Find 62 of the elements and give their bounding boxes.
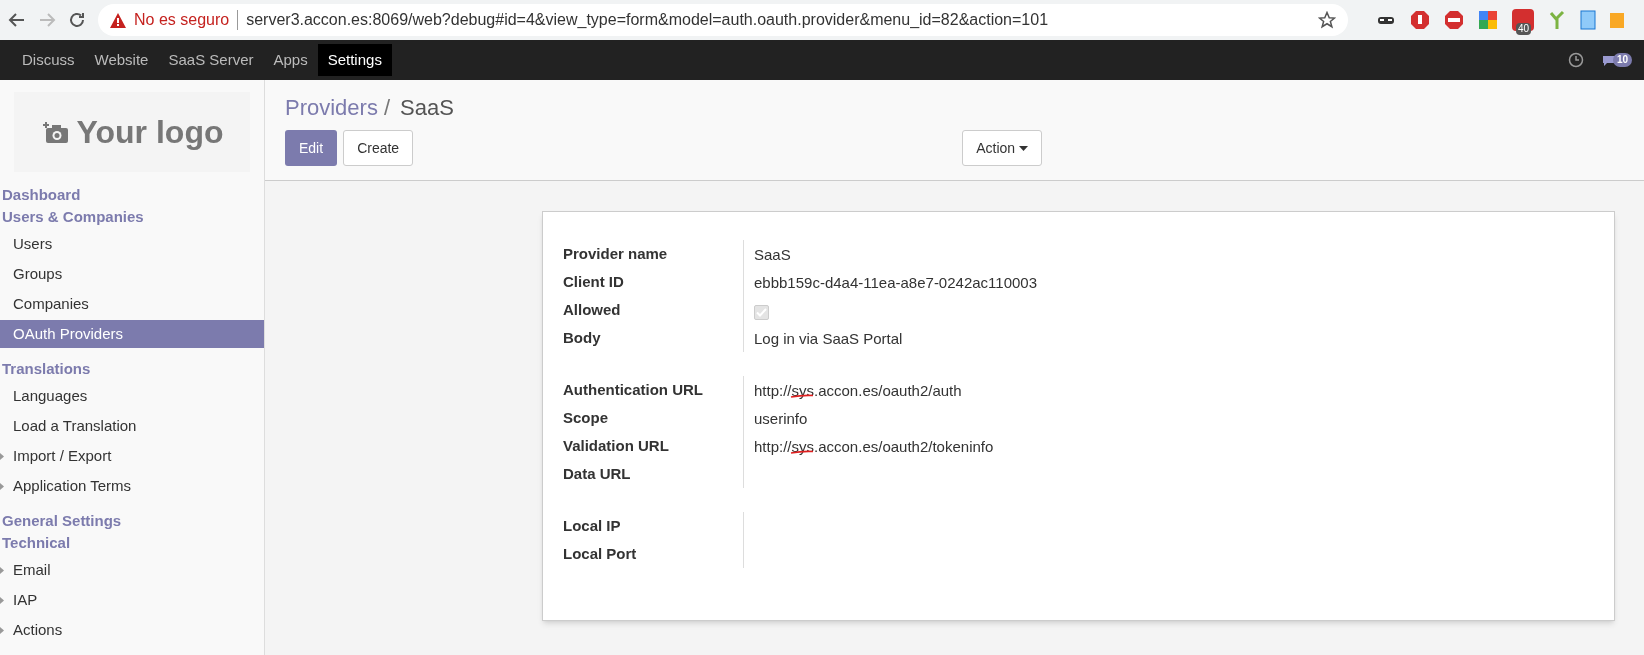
- clock-icon[interactable]: [1567, 52, 1584, 68]
- sidebar-item[interactable]: Application Terms: [0, 472, 264, 500]
- sidebar-section[interactable]: Translations: [0, 358, 264, 380]
- checkbox[interactable]: [754, 304, 769, 320]
- field-label: Authentication URL: [563, 380, 704, 400]
- edit-button[interactable]: Edit: [285, 130, 338, 166]
- logo-text: Your logo: [76, 113, 224, 152]
- field-label: Client ID: [563, 272, 625, 292]
- sidebar-item[interactable]: Groups: [0, 260, 264, 288]
- star-icon[interactable]: [1318, 11, 1336, 29]
- top-menu-item[interactable]: Website: [84, 44, 159, 76]
- field-value: userinfo: [754, 409, 808, 427]
- sidebar-item[interactable]: Email: [0, 556, 264, 584]
- field-label: Validation URL: [563, 436, 670, 456]
- back-icon[interactable]: [8, 11, 26, 29]
- hand-icon[interactable]: [1410, 10, 1430, 30]
- chat-count-badge: 10: [1612, 53, 1632, 67]
- warning-icon: [110, 12, 126, 28]
- sidebar-section[interactable]: Technical: [0, 532, 264, 554]
- field-label: Data URL: [563, 464, 632, 484]
- field-label: Provider name: [563, 244, 669, 264]
- caret-icon: [1019, 145, 1029, 151]
- top-menu-item[interactable]: Settings: [317, 44, 392, 76]
- field-label: Local IP: [563, 516, 622, 536]
- field-value: http://sys.accon.es/oauth2/auth: [754, 381, 962, 399]
- field-label: Body: [563, 328, 602, 348]
- sidebar-section[interactable]: General Settings: [0, 510, 264, 532]
- field-value: SaaS: [754, 245, 791, 263]
- sidebar-item[interactable]: Load a Translation: [0, 412, 264, 440]
- sidebar-item[interactable]: Users: [0, 230, 264, 258]
- create-button[interactable]: Create: [343, 130, 414, 166]
- breadcrumb-link[interactable]: Providers: [285, 90, 378, 124]
- sidebar-item[interactable]: Languages: [0, 382, 264, 410]
- top-menu-item[interactable]: Apps: [263, 44, 318, 76]
- camera-icon: [40, 120, 69, 144]
- sidebar-item[interactable]: OAuth Providers: [0, 320, 264, 348]
- sidebar-section[interactable]: Users & Companies: [0, 206, 264, 228]
- top-menu-item[interactable]: SaaS Server: [158, 44, 264, 76]
- field-value: ebbb159c-d4a4-11ea-a8e7-0242ac110003: [754, 273, 1038, 291]
- sidebar-item[interactable]: Companies: [0, 290, 264, 318]
- chat-button[interactable]: 10: [1601, 53, 1632, 67]
- field-value: Log in via SaaS Portal: [754, 329, 903, 347]
- action-dropdown[interactable]: Action: [962, 130, 1043, 166]
- field-label: Local Port: [563, 544, 638, 564]
- top-menu-item[interactable]: Discuss: [12, 44, 85, 76]
- field-label: Scope: [563, 408, 609, 428]
- field-label: Allowed: [563, 300, 622, 320]
- address-bar[interactable]: No es seguro server3.accon.es:8069/web?debug#id=4&view_type=form&model=auth.oauth.provider&menu_id=82&action=101: [98, 4, 1348, 36]
- breadcrumb-current: SaaS: [400, 93, 454, 122]
- adblock-icon[interactable]: [1444, 10, 1464, 30]
- sidebar-section[interactable]: Dashboard: [0, 184, 264, 206]
- reload-icon[interactable]: [68, 11, 86, 29]
- extension-badge: 40: [1516, 23, 1532, 35]
- breadcrumb-separator: /: [383, 93, 391, 122]
- url-text: server3.accon.es:8069/web?debug#id=4&view_type=form&model=auth.oauth.provider&menu_id=82&action=101: [246, 10, 1050, 30]
- field-value: http://sys.accon.es/oauth2/tokeninfo: [754, 437, 994, 455]
- security-label: No es seguro: [134, 10, 230, 30]
- sidebar-item[interactable]: Actions: [0, 616, 264, 644]
- chat-icon: [1601, 53, 1616, 67]
- translate-icon[interactable]: [1478, 10, 1498, 30]
- sidebar-item[interactable]: Import / Export: [0, 442, 264, 470]
- sidebar-item[interactable]: IAP: [0, 586, 264, 614]
